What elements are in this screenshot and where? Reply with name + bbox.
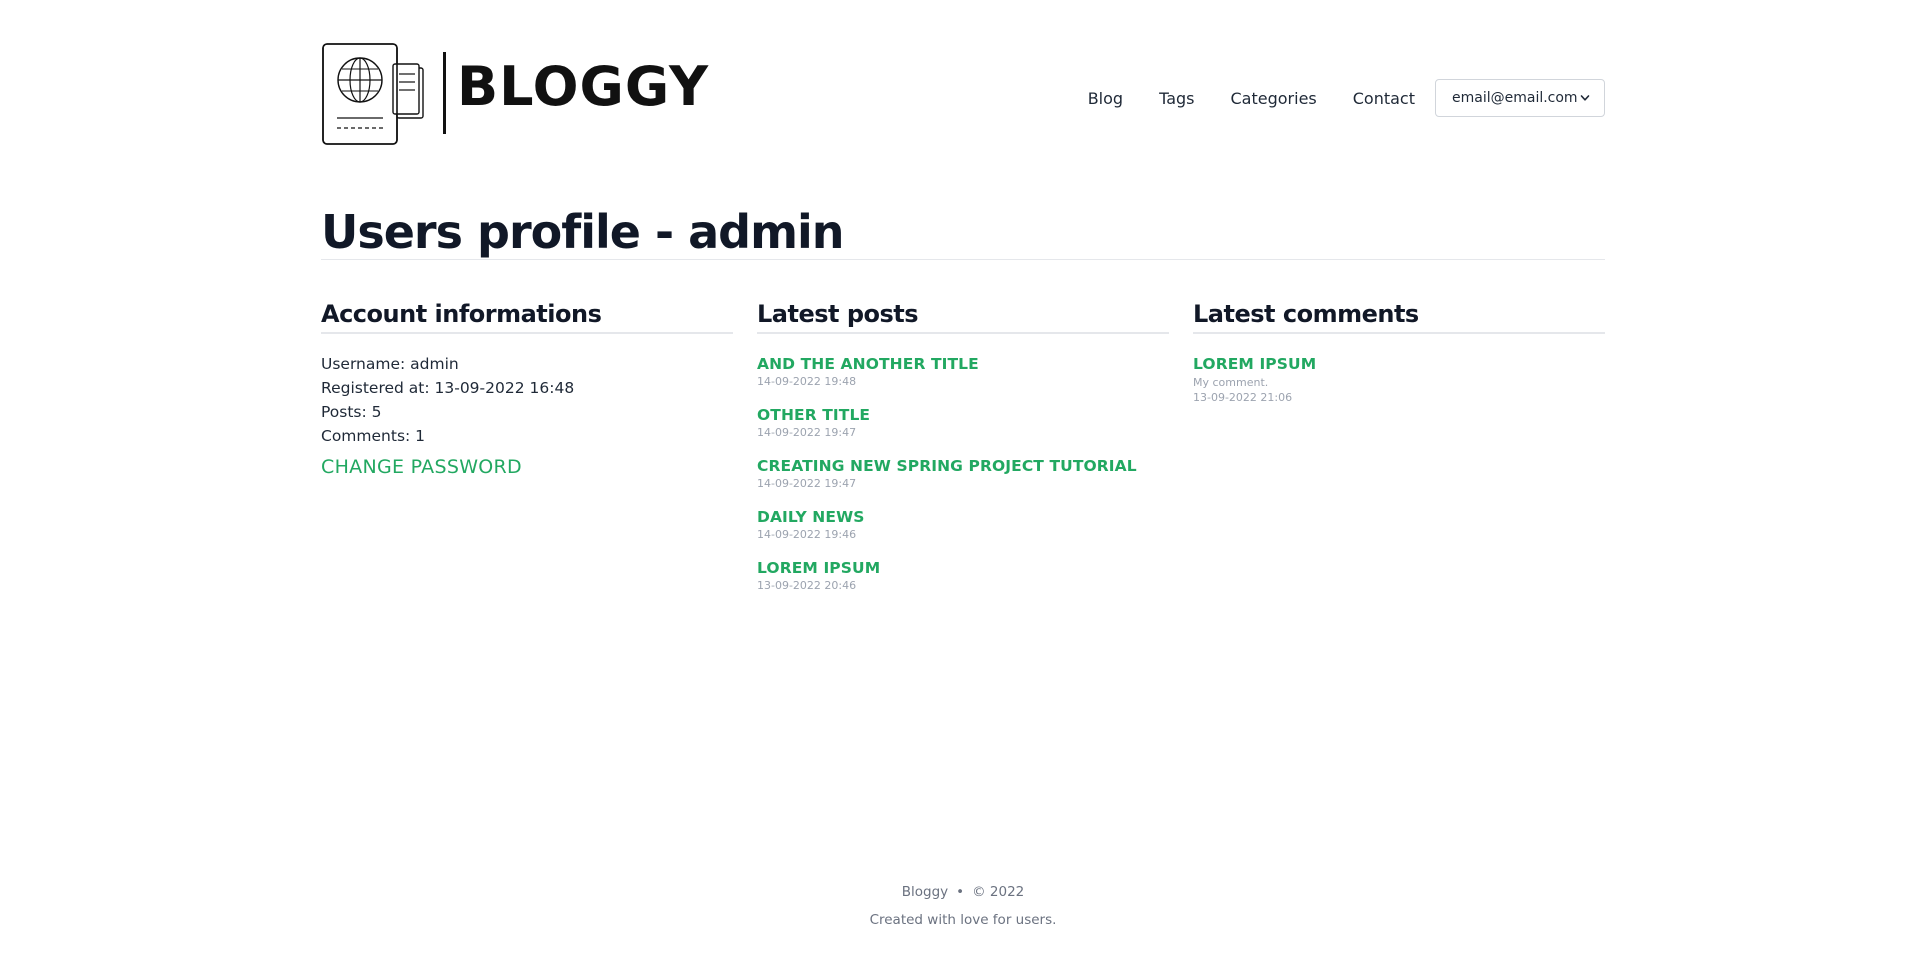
change-password-link[interactable]: CHANGE PASSWORD bbox=[321, 456, 733, 478]
comment-text: My comment. bbox=[1193, 376, 1269, 389]
post-title-link[interactable]: OTHER TITLE bbox=[757, 405, 1169, 425]
latest-comments-section: Latest comments LOREM IPSUM My comment. … bbox=[1193, 298, 1605, 421]
latest-posts-heading: Latest posts bbox=[757, 298, 1169, 334]
logo-text: BLOGGY bbox=[457, 55, 710, 118]
nav-link-blog[interactable]: Blog bbox=[1088, 89, 1123, 108]
post-title-link[interactable]: AND THE ANOTHER TITLE bbox=[757, 354, 1169, 374]
latest-posts-section: Latest posts AND THE ANOTHER TITLE 14-09… bbox=[757, 298, 1169, 609]
post-item: LOREM IPSUM 13-09-2022 20:46 bbox=[757, 558, 1169, 594]
latest-posts-list: AND THE ANOTHER TITLE 14-09-2022 19:48 O… bbox=[757, 354, 1169, 594]
footer-copyright: © 2022 bbox=[972, 884, 1025, 900]
site-header: BLOGGY Blog Tags Categories Contact emai… bbox=[321, 42, 1605, 146]
footer-brand: Bloggy bbox=[901, 884, 949, 900]
post-title-link[interactable]: CREATING NEW SPRING PROJECT TUTORIAL bbox=[757, 456, 1169, 476]
site-footer: Bloggy • © 2022 Created with love for user… bbox=[321, 882, 1605, 930]
title-divider bbox=[321, 259, 1605, 260]
post-item: OTHER TITLE 14-09-2022 19:47 bbox=[757, 405, 1169, 441]
post-date: 14-09-2022 19:48 bbox=[757, 375, 857, 388]
post-date: 14-09-2022 19:46 bbox=[757, 528, 857, 541]
post-title-link[interactable]: LOREM IPSUM bbox=[757, 558, 1169, 578]
page-title: Users profile - admin bbox=[321, 205, 845, 259]
comment-item: LOREM IPSUM My comment. 13-09-2022 21:06 bbox=[1193, 354, 1605, 406]
posts-count-text: Posts: 5 bbox=[321, 403, 382, 421]
page-container: BLOGGY Blog Tags Categories Contact emai… bbox=[321, 0, 1605, 958]
comment-post-link[interactable]: LOREM IPSUM bbox=[1193, 354, 1605, 374]
main-nav: Blog Tags Categories Contact email@email… bbox=[1088, 79, 1605, 117]
registered-text: Registered at: 13-09-2022 16:48 bbox=[321, 379, 575, 397]
account-dropdown[interactable]: email@email.com bbox=[1435, 79, 1605, 117]
post-date: 13-09-2022 20:46 bbox=[757, 579, 857, 592]
comment-date: 13-09-2022 21:06 bbox=[1193, 391, 1293, 404]
account-info-list: Username: admin Registered at: 13-09-202… bbox=[321, 352, 733, 448]
post-title-link[interactable]: DAILY NEWS bbox=[757, 507, 1169, 527]
chevron-down-icon bbox=[1580, 95, 1590, 101]
nav-link-categories[interactable]: Categories bbox=[1231, 89, 1317, 108]
nav-link-contact[interactable]: Contact bbox=[1353, 89, 1415, 108]
post-item: DAILY NEWS 14-09-2022 19:46 bbox=[757, 507, 1169, 543]
post-date: 14-09-2022 19:47 bbox=[757, 477, 857, 490]
logo-divider bbox=[443, 52, 446, 134]
post-item: AND THE ANOTHER TITLE 14-09-2022 19:48 bbox=[757, 354, 1169, 390]
site-logo[interactable]: BLOGGY bbox=[321, 42, 708, 146]
latest-comments-heading: Latest comments bbox=[1193, 298, 1605, 334]
latest-comments-list: LOREM IPSUM My comment. 13-09-2022 21:06 bbox=[1193, 354, 1605, 406]
account-info-section: Account informations Username: admin Reg… bbox=[321, 298, 733, 478]
footer-tagline: Created with love for users. bbox=[869, 912, 1057, 928]
post-item: CREATING NEW SPRING PROJECT TUTORIAL 14-… bbox=[757, 456, 1169, 492]
nav-link-tags[interactable]: Tags bbox=[1159, 89, 1194, 108]
passport-logo-icon bbox=[322, 43, 424, 145]
account-email: email@email.com bbox=[1452, 90, 1578, 106]
post-date: 14-09-2022 19:47 bbox=[757, 426, 857, 439]
footer-copyright-line: Bloggy • © 2022 bbox=[321, 882, 1605, 902]
username-text: Username: admin bbox=[321, 355, 459, 373]
footer-separator: • bbox=[956, 884, 965, 900]
account-info-heading: Account informations bbox=[321, 298, 733, 334]
comments-count-text: Comments: 1 bbox=[321, 427, 426, 445]
